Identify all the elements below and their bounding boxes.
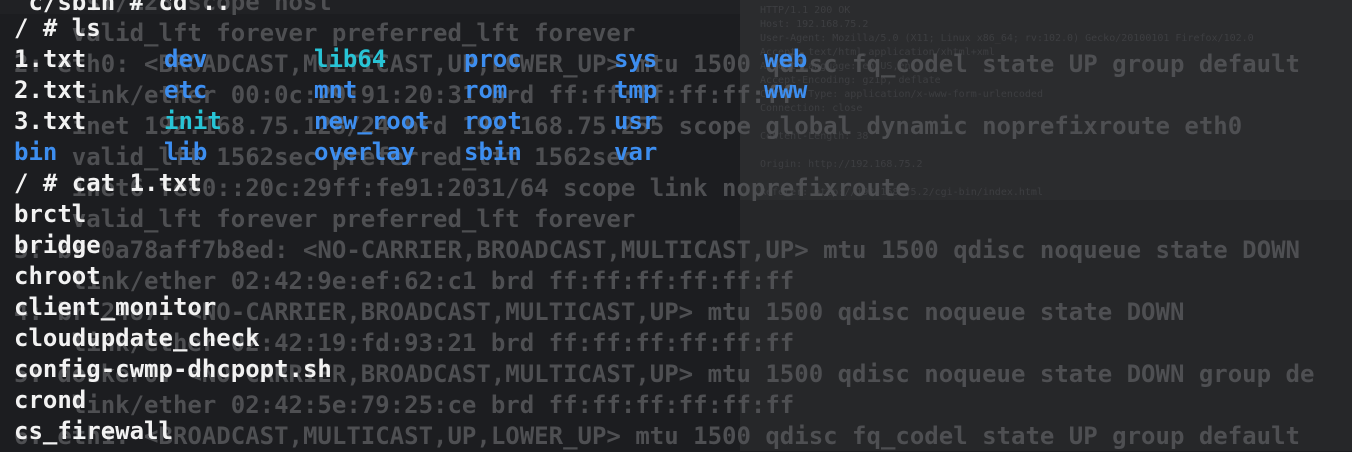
cat-output-line: config-cwmp-dhcpopt.sh: [14, 355, 332, 383]
ls-entry-dir: tmp: [614, 76, 658, 104]
cat-output-line: client_monitor: [14, 293, 217, 321]
ls-entry-dir: rom: [464, 76, 508, 104]
ls-entry-dir: www: [764, 76, 808, 104]
ghost-line: valid_lft forever preferred_lft forever: [14, 205, 636, 233]
ls-entry-dir: web: [764, 45, 808, 73]
ls-row: 2.txt etc mnt rom tmp www: [14, 75, 914, 106]
ls-entry-dir: bin: [14, 138, 58, 166]
cat-output-line: cloudupdate_check: [14, 324, 260, 352]
ls-entry-dir: overlay: [314, 138, 416, 166]
cat-output-line: crond: [14, 386, 87, 414]
ls-entry-dir: dev: [164, 45, 208, 73]
ghost-line: 3: br-0a78aff7b8ed: <NO-CARRIER,BROADCAS…: [14, 236, 1300, 264]
ls-entry-file: 1.txt: [14, 45, 87, 73]
ls-row: 3.txt init new_root root usr: [14, 106, 914, 137]
ls-entry-dir: sys: [614, 45, 658, 73]
ls-entry-file: 3.txt: [14, 107, 87, 135]
ls-entry-dir: proc: [464, 45, 522, 73]
prompt-ls: / # ls: [14, 14, 101, 42]
ghost-line: 6: eth1: <BROADCAST,MULTICAST,UP,LOWER_U…: [14, 422, 1300, 450]
cat-output-line: brctl: [14, 200, 87, 228]
cat-output-line: bridge: [14, 231, 101, 259]
cat-output-line: chroot: [14, 262, 101, 290]
cat-output-line: cs_firewall: [14, 417, 173, 445]
ls-entry-dir: new_root: [314, 107, 430, 135]
prompt-cat: / # cat 1.txt: [14, 169, 202, 197]
ls-row: 1.txt dev lib64 proc sys web: [14, 44, 914, 75]
ls-entry-link: lib64: [314, 45, 387, 73]
ls-entry-dir: mnt: [314, 76, 358, 104]
ls-entry-dir: root: [464, 107, 522, 135]
ls-entry-dir: var: [614, 138, 658, 166]
ls-entry-file: 2.txt: [14, 76, 87, 104]
ls-entry-dir: sbin: [464, 138, 522, 166]
ls-row: bin lib overlay sbin var: [14, 137, 914, 168]
ls-entry-dir: etc: [164, 76, 208, 104]
ls-entry-link: init: [164, 107, 222, 135]
ls-entry-dir: usr: [614, 107, 658, 135]
ls-entry-dir: lib: [164, 138, 208, 166]
